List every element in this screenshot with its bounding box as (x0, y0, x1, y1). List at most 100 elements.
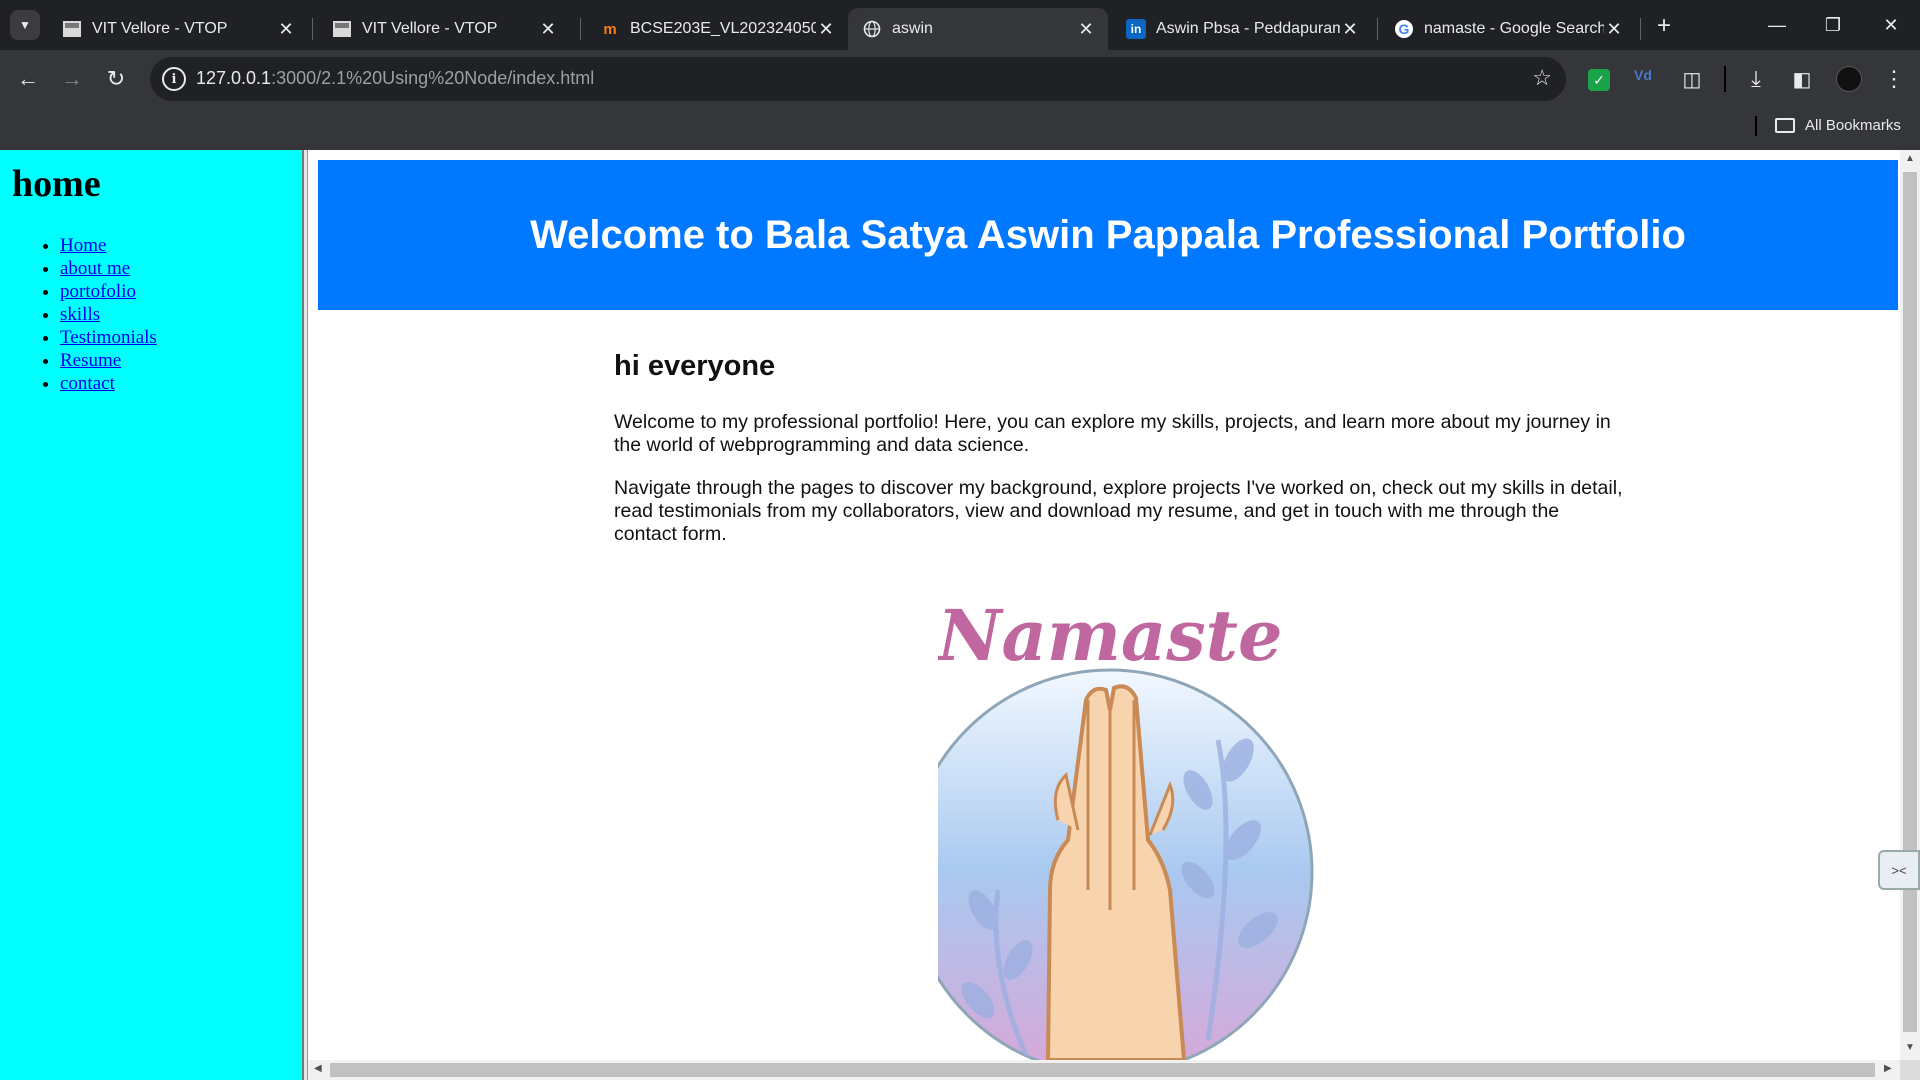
tab-strip: ▼ VIT Vellore - VTOP ✕ VIT Vellore - VTO… (0, 0, 1920, 50)
tab-vtop-2[interactable]: VIT Vellore - VTOP ✕ (318, 8, 570, 50)
chevron-down-icon: ▼ (19, 18, 31, 32)
namaste-illustration: Namaste (906, 594, 1314, 1076)
nav-item: contact (60, 372, 157, 395)
sidebar-frame: home Home about me portofolio skills Tes… (0, 150, 302, 1080)
close-icon[interactable]: ✕ (276, 19, 296, 39)
kebab-menu-icon: ⋮ (1883, 66, 1905, 91)
nav-link-portfolio[interactable]: portofolio (60, 281, 136, 302)
intro-paragraph: Welcome to my professional portfolio! He… (614, 411, 1611, 456)
reload-icon: ↻ (106, 66, 126, 91)
arrow-left-icon: ← (17, 66, 39, 91)
url-path: :3000/2.1%20Using%20Node/index.html (271, 68, 595, 88)
vertical-scrollbar[interactable]: ▲ ▼ (1900, 150, 1920, 1060)
tab-title: VIT Vellore - VTOP (362, 20, 498, 37)
plus-icon: + (1656, 12, 1671, 39)
welcome-banner: Welcome to Bala Satya Aswin Pappala Prof… (318, 160, 1898, 310)
namaste-caption: Namaste (938, 594, 1283, 677)
restore-button[interactable]: ❐ (1808, 8, 1858, 42)
horizontal-scrollbar[interactable]: ◀ ▶ (308, 1060, 1900, 1080)
tab-separator (312, 18, 313, 40)
tab-search-button[interactable]: ▼ (10, 10, 40, 40)
toolbar-divider (1724, 66, 1726, 92)
sidebar-title: home (12, 163, 101, 205)
tab-title: aswin (892, 20, 933, 37)
bookmarks-divider (1755, 116, 1757, 136)
close-icon[interactable]: ✕ (538, 19, 558, 39)
close-window-button[interactable]: ✕ (1866, 8, 1916, 42)
menu-button[interactable]: ⋮ (1876, 61, 1912, 97)
devtools-side-icon[interactable]: >< (1878, 850, 1920, 890)
bookmark-star-icon[interactable]: ☆ (1532, 65, 1552, 91)
extension-video-icon[interactable]: Vd (1634, 67, 1652, 83)
close-icon[interactable]: ✕ (1340, 19, 1360, 39)
all-bookmarks-button[interactable]: All Bookmarks (1775, 117, 1901, 134)
banner-title: Welcome to Bala Satya Aswin Pappala Prof… (530, 212, 1686, 257)
vtop-icon (62, 19, 82, 39)
linkedin-icon: in (1126, 19, 1146, 39)
moodle-icon: m (603, 20, 617, 38)
tab-title: Aswin Pbsa - Peddapuram, (1156, 20, 1340, 37)
intro-heading: hi everyone (614, 350, 776, 382)
nav-link-about-me[interactable]: about me (60, 258, 130, 279)
sidebar-nav: Home about me portofolio skills Testimon… (60, 234, 157, 395)
scroll-down-icon[interactable]: ▼ (1904, 1042, 1916, 1058)
intro-section: hi everyone Welcome to my professional p… (614, 350, 1624, 566)
tab-moodle[interactable]: m BCSE203E_VL2023240503 ✕ (586, 8, 848, 50)
close-icon: ✕ (1883, 14, 1899, 35)
tab-separator (580, 18, 581, 40)
extension-shield-icon[interactable]: ✓ (1588, 69, 1610, 91)
main-frame: Welcome to Bala Satya Aswin Pappala Prof… (308, 150, 1900, 1076)
globe-icon (862, 19, 882, 39)
nav-item: skills (60, 303, 157, 326)
tab-title: BCSE203E_VL2023240503 (630, 20, 816, 37)
close-icon[interactable]: ✕ (1604, 19, 1624, 39)
profile-avatar[interactable] (1836, 66, 1862, 92)
nav-link-home[interactable]: Home (60, 235, 106, 256)
tab-title: VIT Vellore - VTOP (92, 20, 228, 37)
download-icon: ⤓ (1751, 66, 1761, 91)
puzzle-icon: ◫ (1682, 68, 1702, 91)
google-icon: G (1394, 19, 1414, 39)
tab-linkedin[interactable]: in Aswin Pbsa - Peddapuram, ✕ (1112, 8, 1372, 50)
new-tab-button[interactable]: + (1650, 12, 1678, 40)
forward-button[interactable]: → (54, 61, 90, 97)
side-panel-button[interactable]: ◧ (1784, 61, 1820, 97)
minimize-button[interactable]: — (1752, 8, 1802, 42)
close-icon[interactable]: ✕ (1076, 19, 1096, 39)
url-text[interactable]: 127.0.0.1:3000/2.1%20Using%20Node/index.… (196, 68, 594, 89)
back-button[interactable]: ← (10, 61, 46, 97)
tab-separator (1640, 18, 1641, 40)
scrollbar-corner (1900, 1060, 1920, 1080)
extensions-button[interactable]: ◫ (1674, 61, 1710, 97)
scrollbar-thumb[interactable] (1903, 172, 1917, 1032)
nav-link-testimonials[interactable]: Testimonials (60, 327, 157, 348)
scroll-up-icon[interactable]: ▲ (1904, 153, 1916, 169)
side-panel-icon: ◧ (1792, 68, 1812, 91)
nav-link-resume[interactable]: Resume (60, 350, 121, 371)
tab-title: namaste - Google Search (1424, 20, 1604, 37)
nav-item: Home (60, 234, 157, 257)
scrollbar-thumb[interactable] (330, 1063, 1875, 1077)
scroll-right-icon[interactable]: ▶ (1884, 1063, 1892, 1074)
nav-item: portofolio (60, 280, 157, 303)
tab-google[interactable]: G namaste - Google Search ✕ (1380, 8, 1636, 50)
svg-text:G: G (1399, 21, 1410, 37)
nav-item: Testimonials (60, 326, 157, 349)
intro-paragraph: Navigate through the pages to discover m… (614, 477, 1623, 545)
nav-link-contact[interactable]: contact (60, 373, 115, 394)
url-host: 127.0.0.1 (196, 68, 272, 88)
close-icon[interactable]: ✕ (816, 19, 836, 39)
downloads-button[interactable]: ⤓ (1738, 61, 1774, 97)
nav-link-skills[interactable]: skills (60, 304, 100, 325)
nav-item: Resume (60, 349, 157, 372)
bookmarks-bar: All Bookmarks (0, 108, 1920, 150)
tab-aswin[interactable]: aswin ✕ (848, 8, 1108, 50)
address-bar[interactable]: i 127.0.0.1:3000/2.1%20Using%20Node/inde… (150, 57, 1566, 101)
scroll-left-icon[interactable]: ◀ (314, 1063, 322, 1074)
namaste-image: Namaste (906, 590, 1498, 1076)
site-info-icon[interactable]: i (162, 67, 186, 91)
restore-icon: ❐ (1824, 14, 1842, 35)
reload-button[interactable]: ↻ (98, 61, 134, 97)
tab-vtop-1[interactable]: VIT Vellore - VTOP ✕ (48, 8, 308, 50)
nav-item: about me (60, 257, 157, 280)
